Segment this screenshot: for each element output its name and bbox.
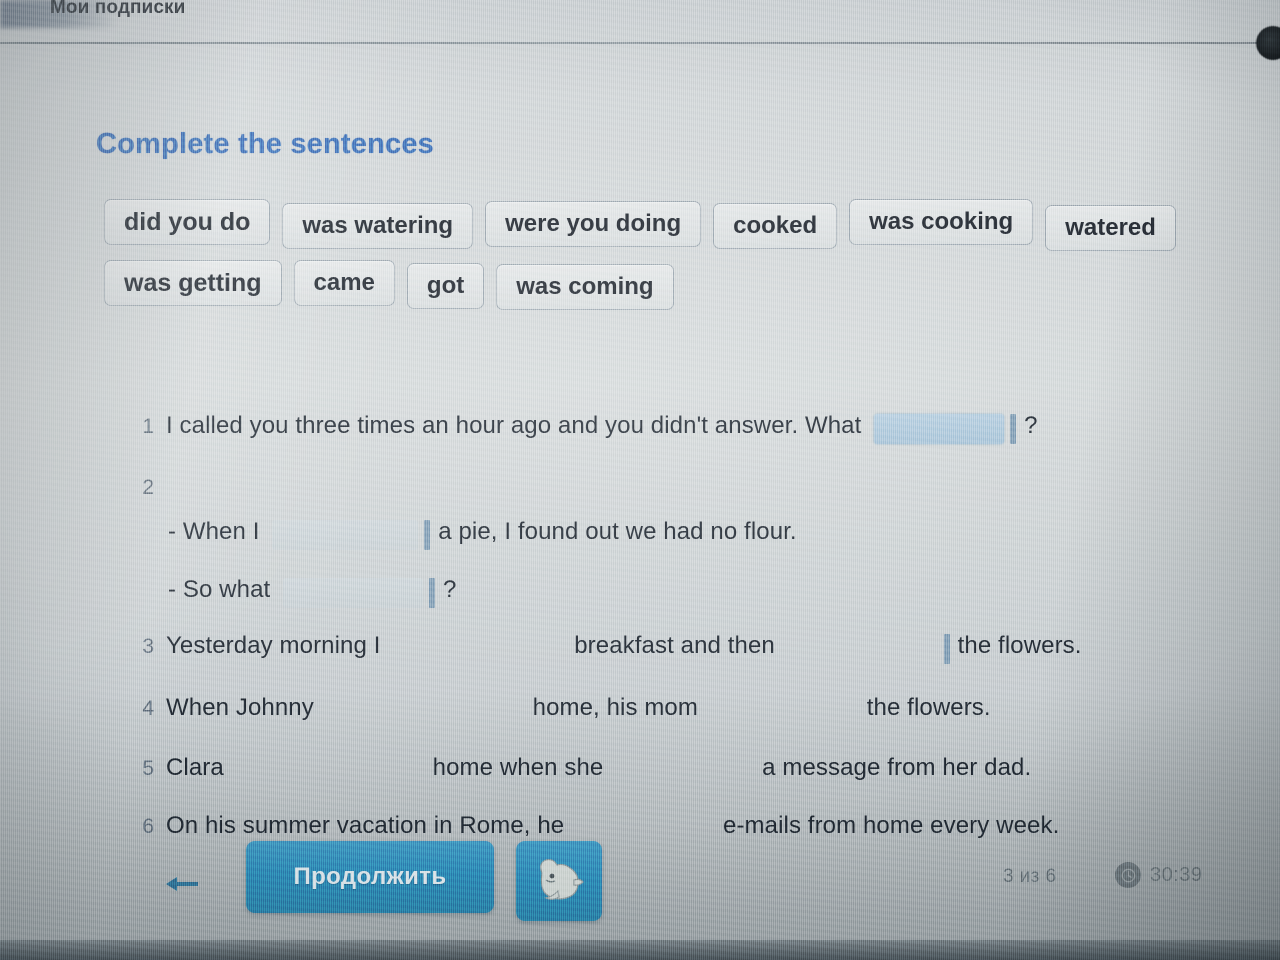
item-number: 1 bbox=[142, 415, 154, 438]
continue-button-label: Продолжить bbox=[293, 863, 447, 890]
sentence-item: 3 Yesterday morning I breakfast and then … bbox=[128, 632, 1082, 664]
answer-blank[interactable] bbox=[237, 756, 427, 786]
sentence-body: Yesterday morning I breakfast and then t… bbox=[166, 632, 1082, 664]
sentence-item: 2 bbox=[128, 476, 166, 500]
progress-counter: 3 из 6 bbox=[1003, 866, 1057, 887]
answer-blank[interactable] bbox=[327, 696, 527, 726]
sentence-text: e-mails from home every week. bbox=[723, 812, 1060, 839]
word-bank-chip[interactable]: was cooking bbox=[849, 199, 1034, 245]
sentence-text: home when she bbox=[432, 754, 611, 781]
text-caret bbox=[1010, 413, 1017, 444]
item-number: 5 bbox=[142, 757, 154, 780]
item-number: 3 bbox=[142, 635, 154, 658]
sentence-body: - When I a pie, I found out we had no fl… bbox=[168, 518, 797, 550]
sentence-text: breakfast and then bbox=[574, 632, 782, 659]
sentence-text: - When I bbox=[168, 518, 267, 545]
page-title: Complete the sentences bbox=[96, 128, 434, 160]
item-number: 4 bbox=[142, 697, 154, 720]
answer-blank[interactable] bbox=[711, 696, 861, 726]
sentence-body: When Johnny home, his mom the flowers. bbox=[166, 694, 991, 726]
back-button[interactable] bbox=[160, 866, 204, 902]
sentence-text: - So what bbox=[168, 576, 278, 603]
word-bank-chip[interactable]: watered bbox=[1045, 205, 1176, 251]
mascot-button[interactable] bbox=[516, 841, 602, 921]
sentence-text: the flowers. bbox=[957, 632, 1082, 659]
sentence-text: the flowers. bbox=[866, 694, 991, 721]
sentence-text: a pie, I found out we had no flour. bbox=[438, 518, 797, 545]
clock-icon bbox=[1115, 862, 1141, 888]
answer-blank[interactable] bbox=[788, 634, 938, 664]
browser-tab-strip: Мои подписки bbox=[0, 0, 1280, 28]
exercise-card: Complete the sentences did you do was wat… bbox=[0, 44, 1280, 839]
sentence-body: I called you three times an hour ago and… bbox=[166, 412, 1038, 444]
text-caret bbox=[429, 577, 436, 608]
sentence-item: 1 I called you three times an hour ago an… bbox=[128, 412, 1038, 444]
word-bank-row-2: was getting came got was coming bbox=[104, 258, 1174, 314]
sentence-text: a message from her dad. bbox=[762, 754, 1032, 781]
sentence-item: 5 Clara home when she a message from her … bbox=[128, 754, 1031, 786]
word-bank-chip[interactable]: was coming bbox=[496, 264, 674, 310]
answer-blank[interactable] bbox=[283, 577, 424, 608]
item-number: 2 bbox=[142, 476, 154, 499]
answer-blank[interactable] bbox=[874, 413, 1005, 444]
timer: 30:39 bbox=[1115, 862, 1203, 888]
answer-blank[interactable] bbox=[272, 519, 419, 550]
sentence-text: I called you three times an hour ago and… bbox=[166, 412, 869, 439]
sentence-text: Yesterday morning I bbox=[166, 632, 388, 659]
mascot-icon bbox=[540, 858, 584, 900]
word-bank-chip[interactable]: got bbox=[406, 263, 485, 309]
word-bank-chip[interactable]: was getting bbox=[104, 260, 282, 306]
sentence-text: Clara bbox=[166, 754, 231, 781]
answer-blank[interactable] bbox=[393, 634, 568, 664]
arrow-left-icon bbox=[166, 877, 198, 891]
text-caret bbox=[943, 633, 950, 664]
timer-value: 30:39 bbox=[1150, 863, 1203, 886]
sentence-text: ? bbox=[1024, 412, 1038, 439]
sentence-body: Clara home when she a message from her d… bbox=[166, 754, 1031, 786]
sentence-text: ? bbox=[443, 576, 457, 603]
word-bank-row-1: did you do was watering were you doing cook… bbox=[104, 199, 1176, 258]
word-bank-chip[interactable]: did you do bbox=[104, 199, 271, 245]
browser-tab-title[interactable]: Мои подписки bbox=[50, 0, 185, 19]
sentence-item: 4 When Johnny home, his mom the flowers. bbox=[128, 694, 991, 726]
word-bank: did you do was watering were you doing cook… bbox=[104, 199, 1176, 314]
photographed-screen: Мои подписки Complete the sentences did … bbox=[0, 0, 1280, 960]
word-bank-chip[interactable]: were you doing bbox=[485, 201, 702, 247]
sentence-subitem: - So what ? bbox=[168, 576, 457, 608]
word-bank-chip[interactable]: cooked bbox=[713, 203, 838, 249]
continue-button[interactable]: Продолжить bbox=[246, 841, 494, 913]
sentence-text: home, his mom bbox=[532, 694, 705, 721]
sentence-text: On his summer vacation in Rome, he bbox=[166, 812, 571, 839]
answer-blank[interactable] bbox=[616, 756, 756, 786]
sentence-subitem: - When I a pie, I found out we had no fl… bbox=[168, 518, 797, 550]
screen-bottom-bezel bbox=[0, 940, 1280, 960]
word-bank-chip[interactable]: was watering bbox=[282, 203, 474, 249]
word-bank-chip[interactable]: came bbox=[293, 260, 395, 306]
sentence-text: When Johnny bbox=[166, 694, 321, 721]
text-caret bbox=[424, 519, 431, 550]
sentence-body: - So what ? bbox=[168, 576, 457, 608]
